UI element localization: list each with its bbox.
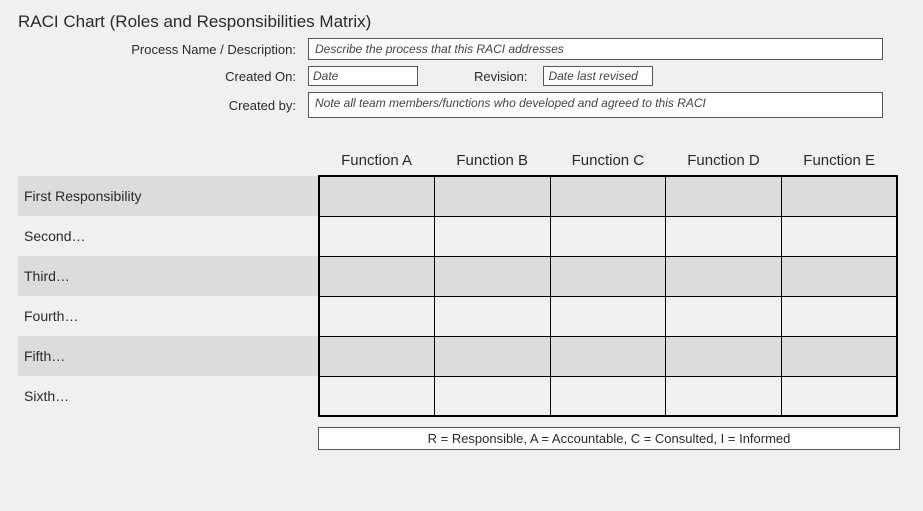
column-header: Function D [666, 146, 782, 176]
column-header: Function C [550, 146, 666, 176]
column-header: Function E [781, 146, 897, 176]
raci-cell[interactable] [666, 216, 782, 256]
revision-field[interactable]: Date last revised [543, 66, 653, 86]
row-label: Fifth… [18, 336, 319, 376]
raci-cell[interactable] [666, 376, 782, 416]
raci-cell[interactable] [319, 336, 435, 376]
created-on-field[interactable]: Date [308, 66, 418, 86]
raci-cell[interactable] [319, 176, 435, 216]
raci-cell[interactable] [319, 216, 435, 256]
raci-cell[interactable] [550, 176, 666, 216]
raci-cell[interactable] [319, 376, 435, 416]
raci-cell[interactable] [781, 256, 897, 296]
raci-cell[interactable] [781, 336, 897, 376]
raci-cell[interactable] [550, 216, 666, 256]
column-header: Function A [319, 146, 435, 176]
raci-cell[interactable] [319, 256, 435, 296]
raci-cell[interactable] [434, 176, 550, 216]
process-name-label: Process Name / Description: [18, 42, 308, 57]
row-label: Sixth… [18, 376, 319, 416]
raci-cell[interactable] [550, 336, 666, 376]
raci-cell[interactable] [666, 176, 782, 216]
row-label: Second… [18, 216, 319, 256]
raci-matrix: Function AFunction BFunction CFunction D… [18, 146, 898, 417]
matrix-header-row: Function AFunction BFunction CFunction D… [18, 146, 897, 176]
column-header: Function B [434, 146, 550, 176]
raci-legend: R = Responsible, A = Accountable, C = Co… [318, 427, 900, 450]
raci-cell[interactable] [434, 376, 550, 416]
raci-cell[interactable] [434, 216, 550, 256]
row-label: Third… [18, 256, 319, 296]
page-title: RACI Chart (Roles and Responsibilities M… [18, 12, 905, 32]
row-label: Fourth… [18, 296, 319, 336]
process-name-field[interactable]: Describe the process that this RACI addr… [308, 38, 883, 60]
raci-cell[interactable] [781, 176, 897, 216]
created-on-label: Created On: [18, 69, 308, 84]
revision-label: Revision: [474, 69, 527, 84]
raci-cell[interactable] [666, 296, 782, 336]
raci-cell[interactable] [781, 216, 897, 256]
raci-cell[interactable] [319, 296, 435, 336]
raci-cell[interactable] [550, 256, 666, 296]
raci-cell[interactable] [666, 336, 782, 376]
raci-cell[interactable] [550, 296, 666, 336]
raci-cell[interactable] [666, 256, 782, 296]
meta-form: Process Name / Description: Describe the… [18, 38, 905, 118]
matrix-body: First ResponsibilitySecond…Third…Fourth…… [18, 176, 897, 416]
raci-cell[interactable] [781, 376, 897, 416]
raci-cell[interactable] [781, 296, 897, 336]
created-by-label: Created by: [18, 98, 308, 113]
raci-cell[interactable] [434, 256, 550, 296]
row-label: First Responsibility [18, 176, 319, 216]
raci-cell[interactable] [434, 336, 550, 376]
created-by-field[interactable]: Note all team members/functions who deve… [308, 92, 883, 118]
raci-cell[interactable] [434, 296, 550, 336]
raci-cell[interactable] [550, 376, 666, 416]
